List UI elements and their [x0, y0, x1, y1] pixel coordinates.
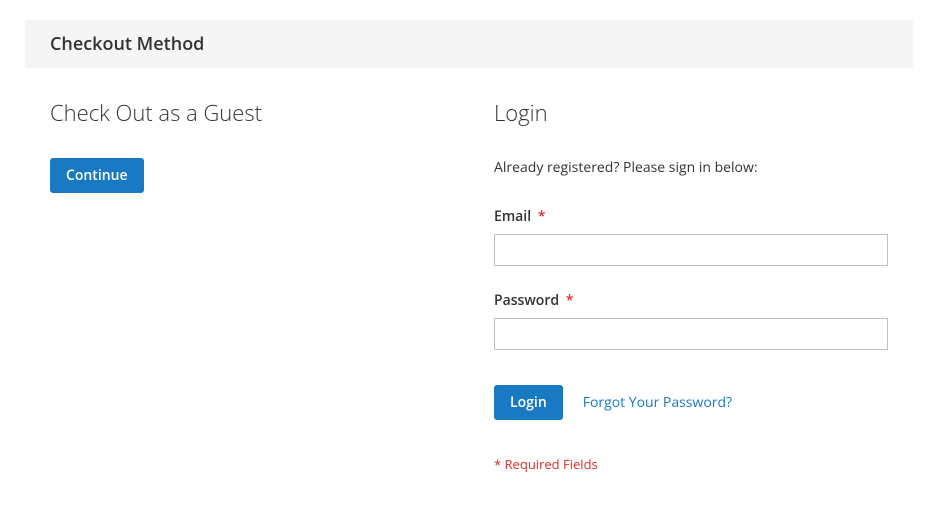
required-asterisk: *: [566, 291, 574, 310]
forgot-password-link[interactable]: Forgot Your Password?: [583, 393, 732, 412]
login-note: Already registered? Please sign in below…: [494, 158, 888, 177]
required-asterisk: *: [538, 207, 546, 226]
checkout-method-content: Check Out as a Guest Continue Login Alre…: [0, 68, 938, 513]
email-label-text: Email: [494, 207, 531, 226]
password-label-text: Password: [494, 291, 559, 310]
required-fields-note: * Required Fields: [494, 455, 888, 473]
password-field-wrapper: Password *: [494, 291, 888, 350]
email-label: Email *: [494, 207, 888, 226]
login-button[interactable]: Login: [494, 385, 563, 420]
section-header: Checkout Method: [25, 20, 913, 68]
email-field-wrapper: Email *: [494, 207, 888, 266]
guest-checkout-block: Check Out as a Guest Continue: [25, 98, 469, 473]
guest-title: Check Out as a Guest: [50, 98, 444, 128]
email-input[interactable]: [494, 234, 888, 266]
section-title: Checkout Method: [50, 32, 888, 56]
continue-button[interactable]: Continue: [50, 158, 144, 193]
login-block: Login Already registered? Please sign in…: [469, 98, 913, 473]
login-actions: Login Forgot Your Password?: [494, 385, 888, 420]
login-title: Login: [494, 98, 888, 128]
password-input[interactable]: [494, 318, 888, 350]
password-label: Password *: [494, 291, 888, 310]
